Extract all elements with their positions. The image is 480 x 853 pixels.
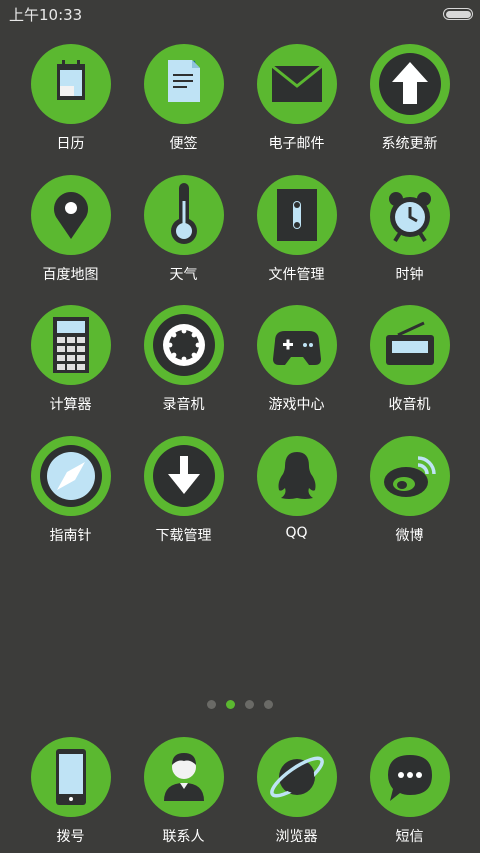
app-label: 系统更新 xyxy=(381,136,438,152)
app-system-update[interactable]: 系统更新 xyxy=(353,44,466,175)
app-baidu-map[interactable]: 百度地图 xyxy=(14,174,127,306)
app-radio[interactable]: 收音机 xyxy=(353,305,466,436)
status-time: 上午10:33 xyxy=(9,6,83,24)
page-dot[interactable] xyxy=(264,700,273,709)
dock: 拨号 联系人 浏览器 短信 xyxy=(14,737,466,846)
battery-icon xyxy=(443,8,473,20)
dock-contacts[interactable]: 联系人 xyxy=(127,737,240,846)
app-label: 录音机 xyxy=(162,397,205,413)
app-qq[interactable]: QQ xyxy=(240,435,353,567)
app-label: 浏览器 xyxy=(275,829,318,845)
calculator-icon xyxy=(30,305,111,385)
app-label: 时钟 xyxy=(395,266,424,283)
app-calculator[interactable]: 计算器 xyxy=(14,305,127,436)
app-label: 短信 xyxy=(395,829,424,845)
app-calendar[interactable]: 日历 xyxy=(14,44,127,175)
download-icon xyxy=(143,435,224,516)
app-label: 文件管理 xyxy=(268,266,325,283)
message-bubble-icon xyxy=(369,737,450,817)
status-bar: 上午10:33 xyxy=(0,0,480,28)
app-label: 微博 xyxy=(395,527,424,544)
email-icon xyxy=(256,44,337,124)
app-label: 便签 xyxy=(169,136,198,152)
app-label: 天气 xyxy=(169,266,198,283)
radio-icon xyxy=(369,305,450,385)
app-label: 收音机 xyxy=(388,397,431,413)
dock-browser[interactable]: 浏览器 xyxy=(240,737,353,846)
file-manager-icon xyxy=(256,174,337,255)
app-download-manager[interactable]: 下载管理 xyxy=(127,435,240,567)
contacts-icon xyxy=(143,737,224,817)
app-label: 下载管理 xyxy=(155,527,212,544)
notes-icon xyxy=(143,44,224,124)
page-indicator[interactable] xyxy=(0,700,480,709)
map-pin-icon xyxy=(30,174,111,255)
compass-icon xyxy=(30,435,111,516)
app-game-center[interactable]: 游戏中心 xyxy=(240,305,353,436)
app-label: 日历 xyxy=(56,136,85,152)
dock-messages[interactable]: 短信 xyxy=(353,737,466,846)
app-label: 拨号 xyxy=(56,829,85,845)
gamepad-icon xyxy=(256,305,337,385)
app-label: 百度地图 xyxy=(42,266,99,283)
app-clock[interactable]: 时钟 xyxy=(353,174,466,306)
thermometer-icon xyxy=(143,174,224,255)
app-label: QQ xyxy=(285,524,308,541)
recorder-icon xyxy=(143,305,224,385)
app-compass[interactable]: 指南针 xyxy=(14,435,127,567)
system-update-icon xyxy=(369,44,450,124)
dock-phone[interactable]: 拨号 xyxy=(14,737,127,846)
app-recorder[interactable]: 录音机 xyxy=(127,305,240,436)
browser-planet-icon xyxy=(256,737,337,817)
app-file-manager[interactable]: 文件管理 xyxy=(240,174,353,306)
app-weather[interactable]: 天气 xyxy=(127,174,240,306)
page-dot[interactable] xyxy=(245,700,254,709)
qq-penguin-icon xyxy=(256,435,337,516)
app-email[interactable]: 电子邮件 xyxy=(240,44,353,175)
calendar-icon xyxy=(30,44,111,124)
page-dot[interactable] xyxy=(207,700,216,709)
app-label: 联系人 xyxy=(162,829,205,845)
app-label: 指南针 xyxy=(49,527,92,544)
phone-icon xyxy=(30,737,111,817)
app-label: 游戏中心 xyxy=(268,397,325,413)
app-notes[interactable]: 便签 xyxy=(127,44,240,175)
alarm-clock-icon xyxy=(369,174,450,255)
battery-level xyxy=(445,10,471,18)
page-dot-current[interactable] xyxy=(226,700,235,709)
app-label: 电子邮件 xyxy=(268,136,325,152)
weibo-icon xyxy=(369,435,450,516)
app-weibo[interactable]: 微博 xyxy=(353,435,466,567)
app-label: 计算器 xyxy=(49,397,92,413)
app-grid: 日历 便签 电子邮件 系统更新 百度地图 天气 文件管理 时钟 计算器 录音机 … xyxy=(14,44,466,566)
